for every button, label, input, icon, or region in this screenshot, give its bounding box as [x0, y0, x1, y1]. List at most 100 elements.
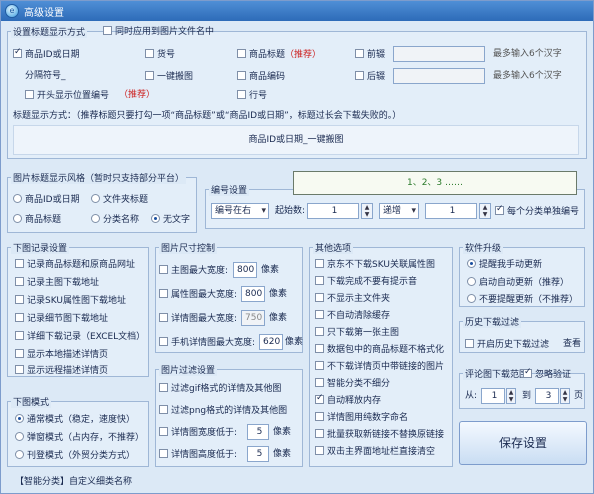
other-option[interactable]: 双击主界面地址栏直接清空 [315, 446, 435, 458]
image-title-style-legend: 图片标题显示风格（暂时只支持部分平台） [11, 171, 187, 184]
window-title: 高级设置 [24, 7, 64, 19]
style-radio-category[interactable]: 分类名称 [91, 214, 139, 226]
step-spinner[interactable]: ▲ ▼ [479, 203, 491, 219]
dl-record-item[interactable]: 详细下载记录（EXCEL文档） [15, 331, 145, 343]
history-filter-checkbox[interactable]: 开启历史下载过滤 [465, 339, 549, 351]
mode-radio-normal[interactable]: 通常模式（稳定，速度快） [15, 414, 135, 426]
title-bar: e 高级设置 [1, 1, 593, 21]
mode-radio-popup[interactable]: 弹窗模式（占内存，不推荐） [15, 432, 144, 444]
other-option[interactable]: 只下载第一张主图 [315, 327, 399, 339]
smart-category-link[interactable]: 【智能分类】自定义细类名称 [15, 477, 132, 488]
attr-width-unit: 像素 [269, 289, 288, 299]
start-number-input[interactable]: 1 [307, 203, 359, 219]
download-record-legend: 下图记录设置 [11, 241, 70, 254]
filter-gif-checkbox[interactable]: 过滤gif格式的详情及其他图 [159, 383, 281, 395]
comment-to-input[interactable]: 3 [535, 388, 559, 404]
other-option[interactable]: 自动释放内存 [315, 393, 381, 407]
dl-record-item[interactable]: 记录SKU属性图下载地址 [15, 295, 126, 307]
per-class-checkbox[interactable]: 每个分类单独编号 [495, 204, 579, 218]
filter-png-checkbox[interactable]: 过滤png格式的详情及其他图 [159, 405, 287, 417]
style-radio-folder-title[interactable]: 文件夹标题 [91, 194, 148, 206]
prefix-checkbox[interactable]: 前辍 [355, 49, 385, 61]
main-width-checkbox[interactable]: 主图最大宽度: [159, 265, 228, 277]
style-radio-no-text[interactable]: 无文字 [151, 214, 190, 226]
upgrade-legend: 软件升级 [463, 241, 504, 254]
prefix-input[interactable] [393, 46, 485, 62]
history-view-link[interactable]: 查看 [563, 339, 581, 350]
title-preview: 商品ID或日期_一键搬图 [13, 125, 579, 155]
numbering-mode-select[interactable]: 递增 [379, 203, 419, 219]
detail-width-unit: 像素 [269, 313, 288, 323]
numbering-legend: 编号设置 [209, 183, 250, 196]
main-width-input[interactable]: 800 [233, 262, 257, 278]
title-display-legend: 设置标题显示方式 [11, 25, 88, 38]
style-radio-product-id[interactable]: 商品ID或日期 [13, 194, 80, 206]
ignore-verify-checkbox[interactable]: 忽略验证 [523, 367, 571, 381]
numbering-position-select[interactable]: 编号在右 [211, 203, 269, 219]
other-option[interactable]: 详情图用纯数字命名 [315, 412, 408, 424]
other-option[interactable]: 不下载详情页中带链接的图片 [315, 361, 444, 373]
dl-record-item[interactable]: 记录主图下载地址 [15, 277, 99, 289]
image-size-legend: 图片尺寸控制 [159, 241, 218, 254]
comment-to-label: 到 [522, 391, 532, 401]
comment-from-spinner[interactable]: ▲ ▼ [506, 388, 516, 404]
comment-from-input[interactable]: 1 [481, 388, 505, 404]
start-number-label: 起始数: [275, 206, 306, 216]
other-option[interactable]: 下载完成不要有提示音 [315, 276, 417, 288]
start-pos-recommend: （推荐） [119, 90, 156, 100]
line-number-checkbox[interactable]: 行号 [237, 90, 267, 102]
comment-to-spinner[interactable]: ▲ ▼ [560, 388, 570, 404]
prefix-hint: 最多输入6个汉字 [493, 49, 562, 59]
other-option[interactable]: 批量获取新链接不替换原链接 [315, 429, 444, 441]
dl-record-item[interactable]: 显示远程描述详情页 [15, 365, 108, 377]
onekey-checkbox[interactable]: 一键搬图 [145, 71, 193, 83]
other-options-legend: 其他选项 [313, 241, 354, 254]
other-option[interactable]: 智能分类不细分 [315, 378, 390, 390]
product-id-checkbox[interactable]: 商品ID或日期 [13, 47, 80, 61]
image-filter-legend: 图片过滤设置 [159, 363, 218, 376]
product-code-checkbox[interactable]: 商品编码 [237, 71, 285, 83]
filter-height-unit: 像素 [273, 449, 292, 459]
save-settings-button[interactable]: 保存设置 [459, 421, 587, 465]
filter-height-checkbox[interactable]: 详情图高度低于: [159, 449, 237, 461]
suffix-hint: 最多输入6个汉字 [493, 71, 562, 81]
dl-record-item[interactable]: 记录细节图下载地址 [15, 313, 108, 325]
start-pos-checkbox[interactable]: 开头显示位置编号 [25, 90, 109, 102]
other-option[interactable]: 不显示主文件夹 [315, 293, 390, 305]
detail-width-checkbox[interactable]: 详情图最大宽度: [159, 313, 237, 325]
apply-filename-checkbox[interactable]: 同时应用到图片文件名中 [103, 26, 214, 38]
filter-width-checkbox[interactable]: 详情图宽度低于: [159, 427, 237, 439]
other-option[interactable]: 京东不下载SKU关联属性图 [315, 259, 435, 271]
mobile-width-checkbox[interactable]: 手机详情图最大宽度: [159, 337, 255, 349]
filter-height-input[interactable]: 5 [247, 446, 269, 462]
step-input[interactable]: 1 [425, 203, 477, 219]
start-number-spinner[interactable]: ▲ ▼ [361, 203, 373, 219]
comment-range-legend: 评论图下载范围 [463, 367, 531, 380]
upgrade-radio-never[interactable]: 不要提醒更新（不推荐） [467, 294, 578, 306]
detail-width-input[interactable]: 750 [241, 310, 265, 326]
title-display-description: 标题显示方式：（推荐标题只要打勾一项“商品标题”或“商品ID或日期”，标题过长会… [13, 111, 402, 121]
history-filter-legend: 历史下载过滤 [463, 315, 522, 328]
separator-label: 分隔符号_ [25, 71, 66, 81]
attr-width-checkbox[interactable]: 属性图最大宽度: [159, 289, 237, 301]
mode-radio-listing[interactable]: 刊登模式（外贸分类方式） [15, 450, 135, 462]
filter-width-unit: 像素 [273, 427, 292, 437]
huohao-checkbox[interactable]: 货号 [145, 49, 175, 61]
upgrade-radio-auto[interactable]: 启动自动更新（推荐） [467, 277, 569, 289]
other-option[interactable]: 不自动清除缓存 [315, 310, 390, 322]
mobile-width-unit: 像素 [285, 337, 304, 347]
dl-record-item[interactable]: 显示本地描述详情页 [15, 349, 108, 361]
filter-width-input[interactable]: 5 [247, 424, 269, 440]
style-radio-product-title[interactable]: 商品标题 [13, 214, 61, 226]
main-width-unit: 像素 [261, 265, 280, 275]
download-mode-legend: 下图模式 [11, 395, 52, 408]
suffix-input[interactable] [393, 68, 485, 84]
comment-page-label: 页 [574, 391, 584, 401]
other-option[interactable]: 数据包中的商品标题不格式化 [315, 344, 444, 356]
mobile-width-input[interactable]: 620 [259, 334, 283, 350]
suffix-checkbox[interactable]: 后辍 [355, 71, 385, 83]
product-title-checkbox[interactable]: 商品标题（推荐） [237, 49, 321, 61]
attr-width-input[interactable]: 800 [241, 286, 265, 302]
upgrade-radio-manual[interactable]: 提醒我手动更新 [467, 259, 542, 271]
dl-record-item[interactable]: 记录商品标题和原商品网址 [15, 259, 135, 271]
